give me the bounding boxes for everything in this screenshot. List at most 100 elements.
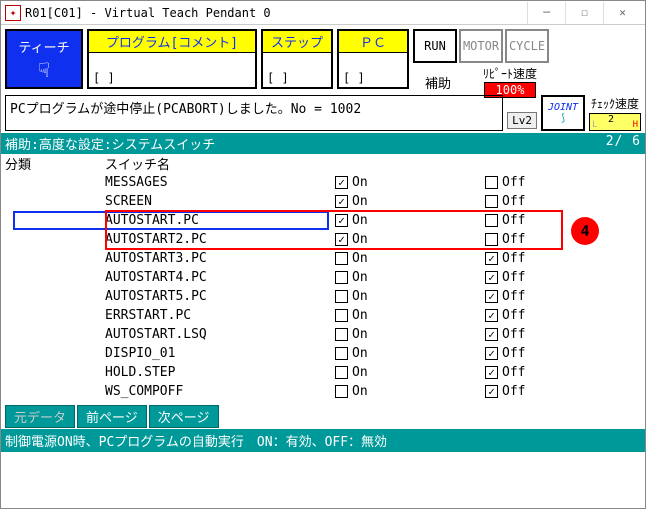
page-indicator: 2/ 6 (606, 134, 641, 153)
off-label: Off (502, 365, 525, 380)
table-row[interactable]: AUTOSTART.LSQOnOff (1, 325, 645, 344)
close-button[interactable]: ✕ (603, 2, 641, 24)
minimize-button[interactable]: ─ (527, 2, 565, 24)
message-box: PCプログラムが途中停止(PCABORT)しました。No = 1002 (5, 95, 503, 131)
robot-arm-icon: ⟆ (560, 113, 566, 124)
row-switch-name: AUTOSTART.LSQ (105, 327, 335, 342)
check-speed-meter[interactable]: L 2 H (589, 113, 641, 131)
off-label: Off (502, 346, 525, 361)
step-label: ステップ (263, 31, 331, 53)
hand-icon: ☟ (38, 58, 50, 82)
off-checkbox[interactable] (485, 309, 498, 322)
on-checkbox[interactable] (335, 347, 348, 360)
off-checkbox[interactable] (485, 290, 498, 303)
off-checkbox[interactable] (485, 252, 498, 265)
on-checkbox[interactable] (335, 309, 348, 322)
column-headers: 分類 スイッチ名 (1, 154, 645, 173)
pc-value: [ ] (339, 53, 407, 87)
on-checkbox[interactable] (335, 328, 348, 341)
on-checkbox[interactable] (335, 233, 348, 246)
window-buttons: ─ ☐ ✕ (527, 2, 641, 24)
off-checkbox[interactable] (485, 385, 498, 398)
off-checkbox[interactable] (485, 233, 498, 246)
on-checkbox[interactable] (335, 385, 348, 398)
on-label: On (352, 327, 368, 342)
on-label: On (352, 365, 368, 380)
on-checkbox[interactable] (335, 290, 348, 303)
teach-button[interactable]: ティーチ ☟ (5, 29, 83, 89)
off-checkbox[interactable] (485, 176, 498, 189)
off-checkbox[interactable] (485, 347, 498, 360)
off-label: Off (502, 289, 525, 304)
table-row[interactable]: AUTOSTART3.PCOnOff (1, 249, 645, 268)
on-checkbox[interactable] (335, 366, 348, 379)
off-checkbox[interactable] (485, 214, 498, 227)
off-checkbox[interactable] (485, 271, 498, 284)
aux-button[interactable]: 補助 (425, 73, 451, 92)
on-label: On (352, 194, 368, 209)
off-checkbox[interactable] (485, 195, 498, 208)
row-switch-name: MESSAGES (105, 175, 335, 190)
titlebar: ✦ R01[C01] - Virtual Teach Pendant 0 ─ ☐… (1, 1, 645, 25)
on-label: On (352, 384, 368, 399)
table-title-bar: 補助:高度な設定:システムスイッチ 2/ 6 (1, 133, 645, 154)
joint-icon[interactable]: JOINT ⟆ (541, 95, 585, 131)
off-checkbox[interactable] (485, 328, 498, 341)
level-button[interactable]: Lv2 (507, 112, 537, 129)
on-label: On (352, 308, 368, 323)
app-window: ✦ R01[C01] - Virtual Teach Pendant 0 ─ ☐… (0, 0, 646, 509)
row-switch-name: AUTOSTART3.PC (105, 251, 335, 266)
row-switch-name: AUTOSTART5.PC (105, 289, 335, 304)
footer-buttons: 元データ 前ページ 次ページ (1, 405, 645, 428)
off-label: Off (502, 308, 525, 323)
table-row[interactable]: MESSAGESOnOff (1, 173, 645, 192)
pc-label: ＰＣ (339, 31, 407, 53)
motor-button[interactable]: MOTOR (459, 29, 503, 63)
table-row[interactable]: AUTOSTART2.PC On Off (1, 230, 645, 249)
run-button[interactable]: RUN (413, 29, 457, 63)
table-row[interactable]: SCREENOnOff (1, 192, 645, 211)
off-label: Off (502, 270, 525, 285)
table-row[interactable]: DISPIO_01OnOff (1, 344, 645, 363)
row-switch-name: AUTOSTART.PC (105, 213, 335, 228)
check-hi: H (633, 120, 638, 130)
row-switch-name: WS_COMPOFF (105, 384, 335, 399)
off-label: Off (502, 175, 525, 190)
row-switch-name: ERRSTART.PC (105, 308, 335, 323)
orig-data-button[interactable]: 元データ (5, 405, 75, 428)
app-icon: ✦ (5, 5, 21, 21)
next-page-button[interactable]: 次ページ (149, 405, 219, 428)
prev-page-button[interactable]: 前ページ (77, 405, 147, 428)
pc-box[interactable]: ＰＣ [ ] (337, 29, 409, 89)
cycle-button[interactable]: CYCLE (505, 29, 549, 63)
on-checkbox[interactable] (335, 271, 348, 284)
table-row[interactable]: WS_COMPOFFOnOff (1, 382, 645, 401)
on-label: On (352, 289, 368, 304)
table-row[interactable]: AUTOSTART4.PCOnOff (1, 268, 645, 287)
on-label: On (352, 232, 368, 247)
table-row[interactable]: ERRSTART.PC On Off (1, 306, 645, 325)
on-checkbox[interactable] (335, 214, 348, 227)
on-checkbox[interactable] (335, 252, 348, 265)
row-switch-name: HOLD.STEP (105, 365, 335, 380)
joint-label: JOINT (548, 102, 578, 113)
step-box[interactable]: ステップ [ ] (261, 29, 333, 89)
table-row[interactable]: HOLD.STEP On Off (1, 363, 645, 382)
program-value: [ ] (89, 53, 255, 87)
maximize-button[interactable]: ☐ (565, 2, 603, 24)
table-row[interactable]: AUTOSTART5.PC On Off (1, 287, 645, 306)
check-lo: L (592, 120, 597, 130)
col-switchname: スイッチ名 (105, 154, 335, 173)
table-row[interactable]: AUTOSTART.PCOnOff (1, 211, 645, 230)
off-checkbox[interactable] (485, 366, 498, 379)
off-label: Off (502, 232, 525, 247)
on-checkbox[interactable] (335, 176, 348, 189)
annotation-badge: 4 (571, 217, 599, 245)
col-category: 分類 (5, 154, 105, 173)
on-checkbox[interactable] (335, 195, 348, 208)
on-label: On (352, 270, 368, 285)
repeat-speed-label: ﾘﾋﾟｰﾄ速度 (483, 65, 537, 82)
switch-rows: MESSAGESOnOffSCREENOnOffAUTOSTART.PCOnOf… (1, 173, 645, 401)
row-switch-name: AUTOSTART2.PC (105, 232, 335, 247)
program-box[interactable]: プログラム[コメント] [ ] (87, 29, 257, 89)
